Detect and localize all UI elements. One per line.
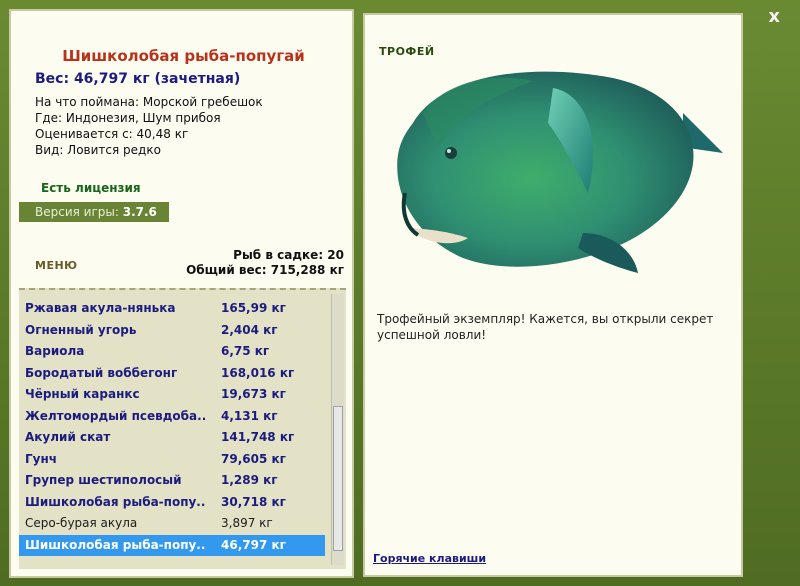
list-item[interactable]: Шишколобая рыба-попу... 46,797 кг — [19, 534, 325, 556]
fish-weight-value: 6,75 кг — [221, 344, 270, 358]
rarity-info: Вид: Ловится редко — [35, 143, 161, 157]
list-item[interactable]: Ржавая акула-нянька 165,99 кг — [19, 298, 325, 319]
fish-weight-value: 1,289 кг — [221, 473, 278, 487]
fish-weight: Вес: 46,797 кг (зачетная) — [35, 71, 241, 87]
fish-weight-value: 3,897 кг — [221, 516, 273, 530]
version-value: 3.7.6 — [122, 205, 157, 219]
version-label: Версия игры: — [35, 205, 119, 219]
fish-weight-value: 4,131 кг — [221, 408, 278, 423]
fish-name: Ржавая акула-нянька — [25, 301, 176, 315]
list-item[interactable]: Акулий скат 141,748 кг — [19, 427, 325, 448]
fish-weight-value: 168,016 кг — [221, 365, 295, 380]
fish-weight-value: 19,673 кг — [221, 387, 286, 401]
fish-name: Бородатый воббегонг — [25, 365, 178, 380]
version-badge: Версия игры: 3.7.6 — [19, 202, 169, 222]
fish-weight-value: 165,99 кг — [221, 301, 286, 315]
list-scrollbar[interactable] — [331, 294, 344, 565]
list-item[interactable]: Групер шестиполосый 1,289 кг — [19, 470, 325, 491]
list-item[interactable]: Серо-бурая акула 3,897 кг — [19, 513, 325, 534]
menu-button[interactable]: МЕНЮ — [35, 259, 78, 272]
bait-info: На что поймана: Морской гребешок — [35, 95, 263, 109]
game-window: x Шишколобая рыба-попугай Вес: 46,797 кг… — [0, 0, 800, 586]
fish-weight-value: 79,605 кг — [221, 451, 286, 466]
cage-total-weight: Общий вес: 715,288 кг — [186, 263, 344, 277]
fish-weight-value: 141,748 кг — [221, 430, 295, 444]
fish-name: Шишколобая рыба-попу... — [25, 537, 205, 552]
location-info: Где: Индонезия, Шум прибоя — [35, 111, 221, 125]
list-item[interactable]: Бородатый воббегонг 168,016 кг — [19, 363, 325, 384]
list-item[interactable]: Вариола 6,75 кг — [19, 341, 325, 362]
list-item[interactable]: Чёрный каранкс 19,673 кг — [19, 384, 325, 405]
catch-info-panel: Шишколобая рыба-попугай Вес: 46,797 кг (… — [9, 9, 354, 578]
list-item[interactable]: Гунч 79,605 кг — [19, 449, 325, 470]
min-weight-info: Оценивается с: 40,48 кг — [35, 127, 189, 141]
cage-count: Рыб в садке: 20 — [233, 248, 344, 262]
trophy-panel: ТРОФЕЙ Трофейный экземпляр! Кажется, вы … — [363, 13, 743, 577]
fish-name: Групер шестиполосый — [25, 473, 182, 487]
fish-name: Чёрный каранкс — [25, 387, 140, 401]
list-item[interactable]: Шишколобая рыба-попу... 30,718 кг — [19, 492, 325, 513]
fish-weight-value: 30,718 кг — [221, 494, 286, 509]
trophy-description: Трофейный экземпляр! Кажется, вы открыли… — [377, 312, 714, 342]
fish-name: Серо-бурая акула — [25, 516, 138, 530]
fish-name: Вариола — [25, 344, 85, 358]
fish-name: Акулий скат — [25, 430, 111, 444]
hotkeys-link[interactable]: Горячие клавиши — [373, 552, 486, 565]
close-button[interactable]: x — [768, 6, 780, 27]
fish-name: Огненный угорь — [25, 322, 137, 337]
license-status: Есть лицензия — [41, 181, 141, 195]
catch-list: Ржавая акула-нянька 165,99 кг Огненный уго… — [19, 288, 346, 569]
list-item[interactable]: Желтомордый псевдоба... 4,131 кг — [19, 406, 325, 427]
cage-summary: Рыб в садке: 20 Общий вес: 715,288 кг — [186, 248, 344, 278]
fish-title: Шишколобая рыба-попугай — [62, 47, 305, 65]
fish-eye — [445, 147, 457, 159]
list-item[interactable]: Огненный угорь 2,404 кг — [19, 320, 325, 341]
fish-weight-value: 2,404 кг — [221, 322, 278, 337]
fish-weight-value: 46,797 кг — [221, 537, 286, 552]
fish-name: Гунч — [25, 451, 57, 466]
fish-name: Желтомордый псевдоба... — [25, 408, 205, 423]
scrollbar-thumb[interactable] — [333, 406, 343, 551]
fish-image — [397, 71, 723, 273]
fish-name: Шишколобая рыба-попу... — [25, 494, 205, 509]
